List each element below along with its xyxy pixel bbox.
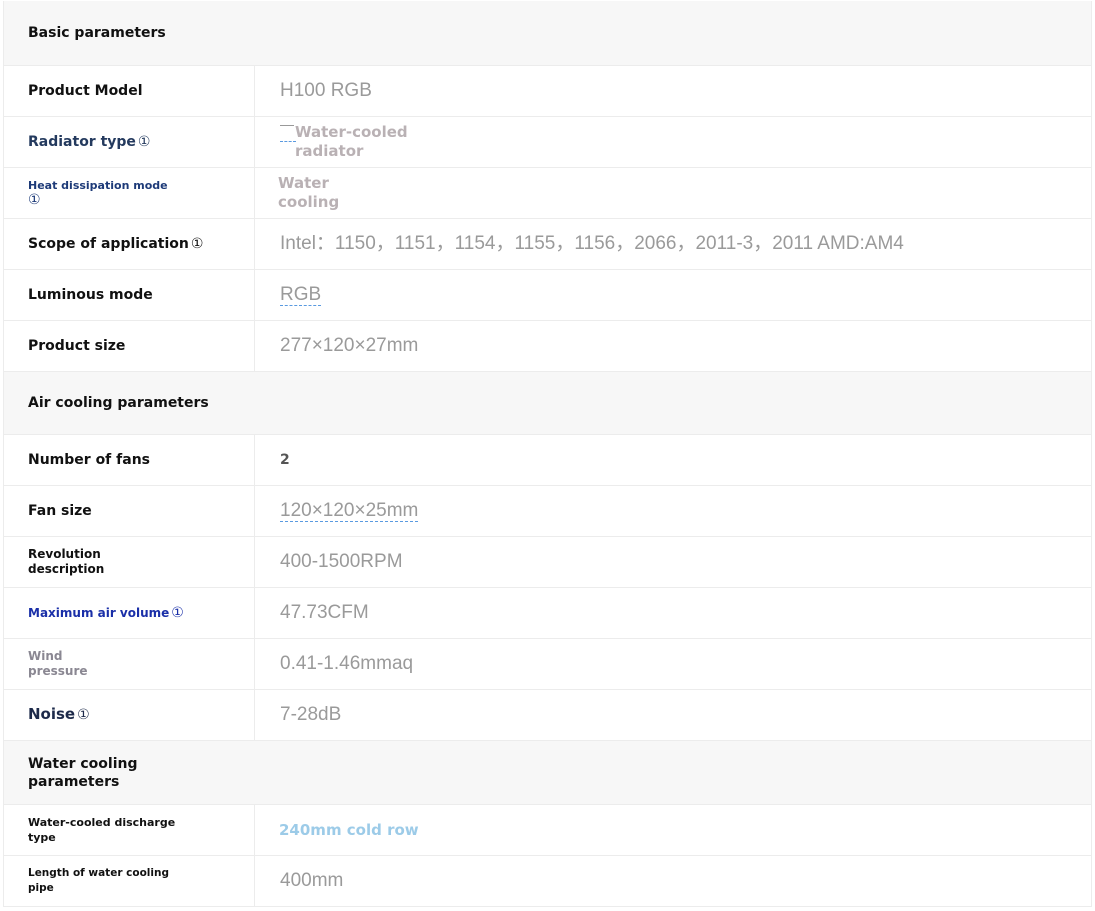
row-value: 400mm (280, 870, 344, 891)
section-title: Basic parameters (28, 25, 166, 41)
row-value-cell: 120×120×25mm (255, 486, 1091, 536)
row-label-cell: Product size (4, 321, 255, 371)
spec-row-product-model: Product Model H100 RGB (4, 66, 1091, 117)
row-value: 0.41-1.46mmaq (280, 653, 414, 674)
row-label-cell: Heat dissipation mode ① (4, 168, 255, 218)
row-label: Heat dissipation mode ① (28, 179, 168, 208)
row-label-cell: Length of water cooling pipe (4, 856, 255, 906)
row-value-link[interactable]: 120×120×25mm (280, 500, 419, 522)
info-icon[interactable]: ① (77, 707, 90, 723)
row-value-cell: 2 (255, 435, 1091, 485)
row-label-cell: Scope of application ① (4, 219, 255, 269)
dash-mark (280, 125, 294, 126)
section-title: Air cooling parameters (28, 395, 209, 411)
row-value-cell: 240mm cold row (255, 805, 1091, 855)
spec-row-fan-size: Fan size 120×120×25mm (4, 486, 1091, 537)
row-label-cell: Noise ① (4, 690, 255, 740)
info-icon[interactable]: ① (171, 605, 184, 621)
row-label: Water-cooled discharge type (28, 816, 176, 844)
spec-table: Basic parameters Product Model H100 RGB … (3, 1, 1092, 907)
spec-row-number-of-fans: Number of fans 2 (4, 435, 1091, 486)
row-label: Fan size (28, 502, 92, 519)
info-icon[interactable]: ① (191, 236, 204, 252)
row-value-cell: Intel：1150，1151，1154，1155，1156，2066，2011… (255, 219, 1091, 269)
row-label-cell: Wind pressure (4, 639, 255, 689)
spec-row-noise: Noise ① 7-28dB (4, 690, 1091, 741)
row-value: 2 (280, 452, 290, 468)
row-value-cell: 400mm (255, 856, 1091, 906)
row-label-cell: Fan size (4, 486, 255, 536)
row-value-cell: 47.73CFM (255, 588, 1091, 638)
row-label: Scope of application ① (28, 235, 204, 252)
row-value: Water-cooled radiator (295, 123, 408, 160)
row-label-cell: Radiator type ① (4, 117, 255, 167)
info-icon[interactable]: ① (28, 192, 41, 208)
spec-row-wind-pressure: Wind pressure 0.41-1.46mmaq (4, 639, 1091, 690)
spec-row-discharge-type: Water-cooled discharge type 240mm cold ro… (4, 805, 1091, 856)
row-value: Water cooling (278, 174, 340, 211)
row-label: Radiator type ① (28, 133, 151, 150)
row-label: Number of fans (28, 451, 150, 468)
section-water-header: Water cooling parameters (4, 741, 1091, 805)
row-value-cell: Water cooling (255, 168, 1091, 218)
spec-row-pipe-length: Length of water cooling pipe 400mm (4, 856, 1091, 907)
row-value-cell: H100 RGB (255, 66, 1091, 116)
row-value: 7-28dB (280, 704, 342, 725)
row-label-cell: Number of fans (4, 435, 255, 485)
row-label: Product size (28, 337, 126, 354)
spec-row-radiator-type: Radiator type ① Water-cooled radiator (4, 117, 1091, 168)
row-value: Intel：1150，1151，1154，1155，1156，2066，2011… (280, 233, 904, 254)
row-label: Maximum air volume ① (28, 604, 184, 621)
row-value: H100 RGB (280, 80, 372, 101)
radiator-value-block[interactable]: Water-cooled radiator (280, 123, 408, 161)
row-value: 400-1500RPM (280, 551, 403, 572)
row-label: Revolution description (28, 547, 105, 576)
row-label-cell: Revolution description (4, 537, 255, 587)
section-air-header: Air cooling parameters (4, 372, 1091, 435)
spec-row-scope: Scope of application ① Intel：1150，1151，11… (4, 219, 1091, 270)
row-label: Noise ① (28, 705, 90, 723)
row-value-cell: 0.41-1.46mmaq (255, 639, 1091, 689)
section-title: Water cooling parameters (28, 755, 138, 790)
row-value-cell: 400-1500RPM (255, 537, 1091, 587)
dash-underline (280, 141, 296, 142)
row-label-cell: Luminous mode (4, 270, 255, 320)
row-value-cell: 277×120×27mm (255, 321, 1091, 371)
row-value-cell: 7-28dB (255, 690, 1091, 740)
spec-row-product-size: Product size 277×120×27mm (4, 321, 1091, 372)
info-icon[interactable]: ① (138, 134, 151, 150)
row-value-cell: RGB (255, 270, 1091, 320)
row-value: 47.73CFM (280, 602, 369, 623)
row-label: Luminous mode (28, 286, 153, 303)
row-label-cell: Maximum air volume ① (4, 588, 255, 638)
spec-row-revolution: Revolution description 400-1500RPM (4, 537, 1091, 588)
spec-row-heat-dissipation: Heat dissipation mode ① Water cooling (4, 168, 1091, 219)
row-value-cell: Water-cooled radiator (255, 117, 1091, 167)
spec-row-luminous: Luminous mode RGB (4, 270, 1091, 321)
spec-row-max-air-volume: Maximum air volume ① 47.73CFM (4, 588, 1091, 639)
row-value: 240mm cold row (279, 821, 419, 839)
row-value: 277×120×27mm (280, 335, 419, 356)
row-label: Length of water cooling pipe (28, 867, 169, 894)
row-label: Product Model (28, 82, 143, 99)
row-label: Wind pressure (28, 649, 88, 678)
section-basic-header: Basic parameters (4, 1, 1091, 66)
row-label-cell: Product Model (4, 66, 255, 116)
row-label-cell: Water-cooled discharge type (4, 805, 255, 855)
row-value-link[interactable]: RGB (280, 284, 322, 306)
